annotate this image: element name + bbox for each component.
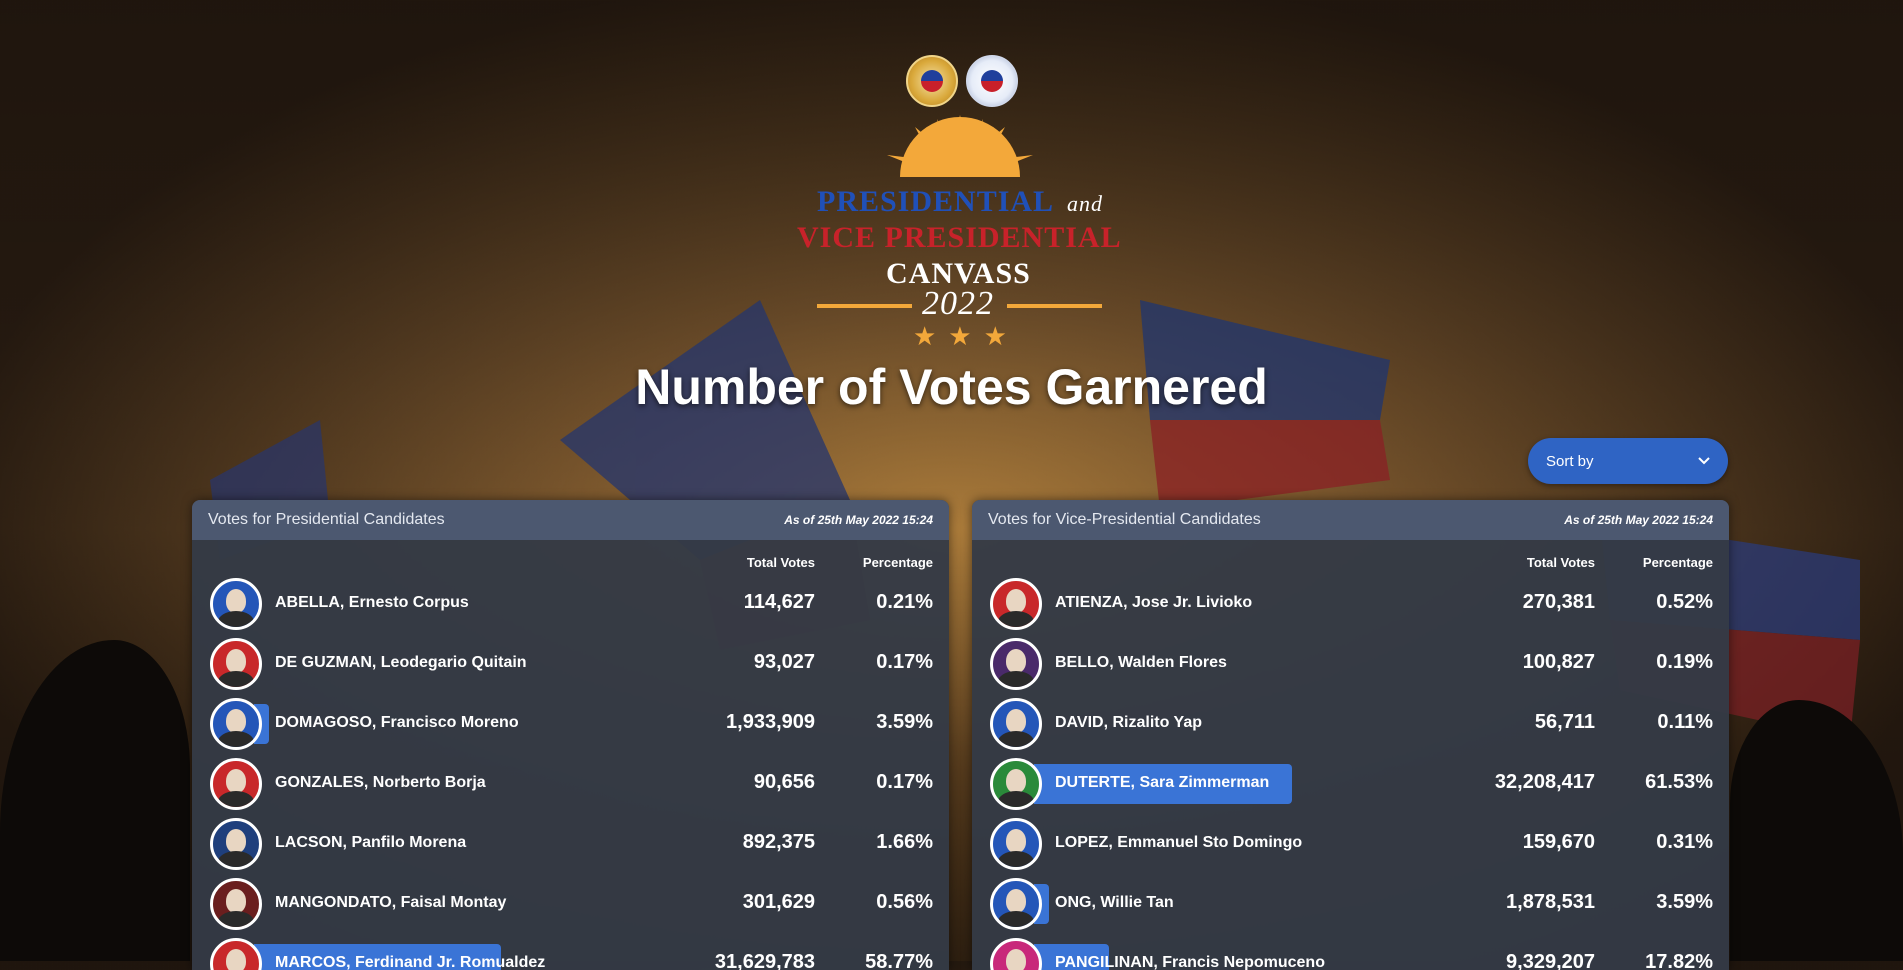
candidate-name: ONG, Willie Tan <box>1055 894 1174 911</box>
vice-presidential-panel-header: Votes for Vice-Presidential Candidates A… <box>972 500 1729 540</box>
col-total-votes: Total Votes <box>746 555 815 570</box>
avatar <box>990 698 1042 750</box>
panel-title: Votes for Vice-Presidential Candidates <box>988 511 1261 528</box>
candidate-row[interactable]: MANGONDATO, Faisal Montay 301,629 0.56% <box>192 878 949 936</box>
candidate-row[interactable]: ABELLA, Ernesto Corpus 114,627 0.21% <box>192 578 949 636</box>
candidate-name: BELLO, Walden Flores <box>1055 654 1227 671</box>
candidate-row[interactable]: GONZALES, Norberto Borja 90,656 0.17% <box>192 758 949 816</box>
percentage: 0.21% <box>876 591 933 613</box>
sort-dropdown[interactable]: Sort by <box>1528 438 1728 484</box>
sort-label: Sort by <box>1546 452 1594 470</box>
avatar <box>210 758 262 810</box>
candidate-name: DOMAGOSO, Francisco Moreno <box>275 714 519 731</box>
candidate-name: ATIENZA, Jose Jr. Livioko <box>1055 594 1253 611</box>
senate-seal-icon <box>906 55 958 107</box>
as-of-timestamp: As of 25th May 2022 15:24 <box>1564 513 1713 527</box>
logo-presidential: PRESIDENTIAL <box>817 185 1055 218</box>
total-votes: 1,933,909 <box>726 711 815 733</box>
percentage: 0.11% <box>1657 711 1713 733</box>
avatar <box>990 578 1042 630</box>
candidate-name: ABELLA, Ernesto Corpus <box>275 594 469 611</box>
total-votes: 114,627 <box>743 591 815 613</box>
candidate-name: PANGILINAN, Francis Nepomuceno <box>1055 954 1325 970</box>
panel-title: Votes for Presidential Candidates <box>208 511 445 528</box>
percentage: 0.19% <box>1656 651 1713 673</box>
col-percentage: Percentage <box>1642 555 1713 570</box>
total-votes: 56,711 <box>1534 711 1595 733</box>
as-of-timestamp: As of 25th May 2022 15:24 <box>784 513 933 527</box>
total-votes: 892,375 <box>742 831 815 853</box>
percentage: 0.17% <box>876 651 933 673</box>
col-percentage: Percentage <box>862 555 933 570</box>
candidate-row[interactable]: LOPEZ, Emmanuel Sto Domingo 159,670 0.31% <box>972 818 1729 876</box>
avatar <box>990 818 1042 870</box>
logo-line-right <box>1007 304 1102 308</box>
candidate-name: DAVID, Rizalito Yap <box>1055 714 1202 731</box>
presidential-panel-header: Votes for Presidential Candidates As of … <box>192 500 949 540</box>
candidate-name: DE GUZMAN, Leodegario Quitain <box>275 654 527 671</box>
percentage: 0.52% <box>1656 591 1713 613</box>
page-title: Number of Votes Garnered <box>635 359 1268 415</box>
logo-and: and <box>1067 191 1103 216</box>
total-votes: 159,670 <box>1522 831 1595 853</box>
candidate-row[interactable]: PANGILINAN, Francis Nepomuceno 9,329,207 1… <box>972 938 1729 970</box>
avatar <box>210 938 262 970</box>
candidate-name: DUTERTE, Sara Zimmerman <box>1055 774 1270 791</box>
presidential-panel: Votes for Presidential Candidates As of … <box>192 500 949 970</box>
avatar <box>990 878 1042 930</box>
candidate-row[interactable]: ONG, Willie Tan 1,878,531 3.59% <box>972 878 1729 936</box>
vice-presidential-panel: Votes for Vice-Presidential Candidates A… <box>972 500 1729 970</box>
logo-year: 2022 <box>922 285 994 322</box>
sun-icon <box>887 115 1033 177</box>
avatar <box>990 938 1042 970</box>
total-votes: 100,827 <box>1522 651 1595 673</box>
avatar <box>210 878 262 930</box>
avatar <box>210 638 262 690</box>
avatar <box>210 818 262 870</box>
seals <box>906 55 1018 107</box>
avatar <box>990 758 1042 810</box>
chevron-down-icon <box>1698 457 1710 465</box>
total-votes: 32,208,417 <box>1494 771 1595 793</box>
candidate-row[interactable]: DUTERTE, Sara Zimmerman 32,208,417 61.53% <box>972 758 1729 816</box>
candidate-name: MANGONDATO, Faisal Montay <box>275 894 507 911</box>
avatar <box>990 638 1042 690</box>
total-votes: 1,878,531 <box>1506 891 1595 913</box>
stars-icon: ★★★ <box>913 321 1019 351</box>
percentage: 3.59% <box>1656 891 1713 913</box>
candidate-row[interactable]: DOMAGOSO, Francisco Moreno 1,933,909 3.59% <box>192 698 949 756</box>
candidate-name: MARCOS, Ferdinand Jr. Romualdez <box>275 954 546 970</box>
candidate-name: GONZALES, Norberto Borja <box>275 774 486 791</box>
candidate-name: LOPEZ, Emmanuel Sto Domingo <box>1055 834 1303 851</box>
percentage: 0.31% <box>1656 831 1713 853</box>
avatar <box>210 578 262 630</box>
candidate-row[interactable]: DE GUZMAN, Leodegario Quitain 93,027 0.17% <box>192 638 949 696</box>
candidate-row[interactable]: LACSON, Panfilo Morena 892,375 1.66% <box>192 818 949 876</box>
percentage: 0.17% <box>876 771 933 793</box>
total-votes: 270,381 <box>1522 591 1595 613</box>
house-seal-icon <box>966 55 1018 107</box>
candidate-name: LACSON, Panfilo Morena <box>275 834 467 851</box>
percentage: 61.53% <box>1645 771 1713 793</box>
candidate-row[interactable]: MARCOS, Ferdinand Jr. Romualdez 31,629,78… <box>192 938 949 970</box>
total-votes: 90,656 <box>753 771 815 793</box>
logo-line-left <box>817 304 912 308</box>
column-headers: Total Votes Percentage <box>972 555 1729 575</box>
candidate-row[interactable]: DAVID, Rizalito Yap 56,711 0.11% <box>972 698 1729 756</box>
candidate-row[interactable]: BELLO, Walden Flores 100,827 0.19% <box>972 638 1729 696</box>
total-votes: 93,027 <box>753 651 815 673</box>
avatar <box>210 698 262 750</box>
col-total-votes: Total Votes <box>1526 555 1595 570</box>
percentage: 3.59% <box>876 711 933 733</box>
column-headers: Total Votes Percentage <box>192 555 949 575</box>
logo-vice-presidential: VICE PRESIDENTIAL <box>797 221 1122 254</box>
canvass-logo: PRESIDENTIAL and VICE PRESIDENTIAL CANVA… <box>795 115 1125 351</box>
percentage: 0.56% <box>876 891 933 913</box>
total-votes: 301,629 <box>742 891 815 913</box>
percentage: 1.66% <box>876 831 933 853</box>
candidate-row[interactable]: ATIENZA, Jose Jr. Livioko 270,381 0.52% <box>972 578 1729 636</box>
